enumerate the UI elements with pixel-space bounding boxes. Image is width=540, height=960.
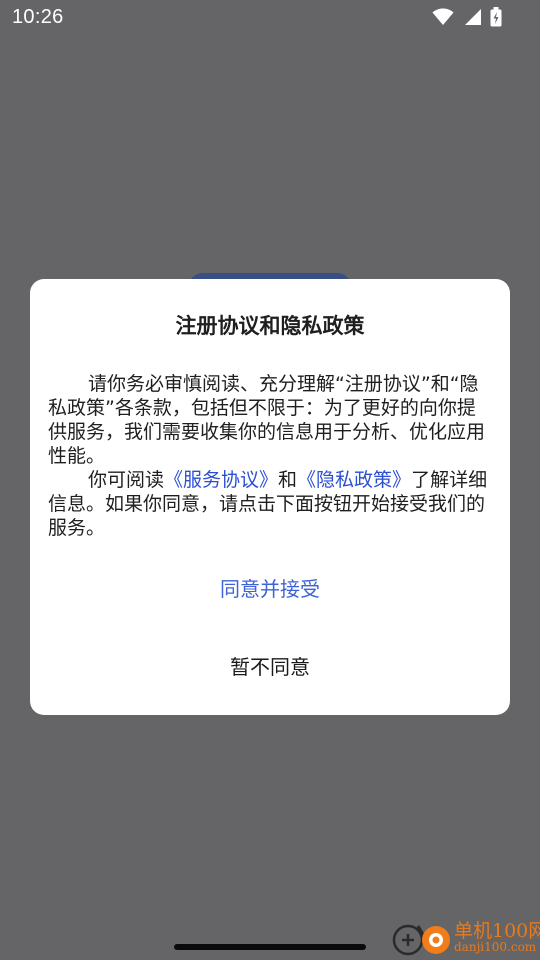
status-bar: 10:26 <box>0 0 540 36</box>
watermark-text: 单机100网 <box>454 920 540 942</box>
links-paragraph: 你可阅读《服务协议》和《隐私政策》了解详细信息。如果你同意，请点击下面按钮开始接… <box>48 468 494 540</box>
watermark: 单机100网 danji100.com <box>392 912 540 960</box>
battery-icon <box>490 7 502 27</box>
agreement-dialog: 注册协议和隐私政策 请你务必审慎阅读、充分理解“注册协议”和“隐私政策”各条款，… <box>30 279 510 715</box>
status-time: 10:26 <box>12 6 64 28</box>
decline-button[interactable]: 暂不同意 <box>30 650 510 684</box>
dialog-body: 请你务必审慎阅读、充分理解“注册协议”和“隐私政策”各条款，包括但不限于：为了更… <box>48 372 494 540</box>
privacy-policy-link[interactable]: 《隐私政策》 <box>297 469 411 491</box>
agreement-paragraph: 请你务必审慎阅读、充分理解“注册协议”和“隐私政策”各条款，包括但不限于：为了更… <box>48 373 486 467</box>
dialog-title: 注册协议和隐私政策 <box>175 314 365 338</box>
accept-button[interactable]: 同意并接受 <box>30 572 510 606</box>
status-icons <box>432 6 502 28</box>
signal-icon <box>462 8 482 26</box>
links-and: 和 <box>278 469 298 491</box>
gesture-nav-bar[interactable] <box>174 944 366 950</box>
wifi-icon <box>432 8 454 26</box>
service-agreement-link[interactable]: 《服务协议》 <box>164 469 278 491</box>
watermark-url: danji100.com <box>454 940 537 954</box>
watermark-logo-icon <box>392 916 452 960</box>
links-prefix: 你可阅读 <box>88 469 165 491</box>
